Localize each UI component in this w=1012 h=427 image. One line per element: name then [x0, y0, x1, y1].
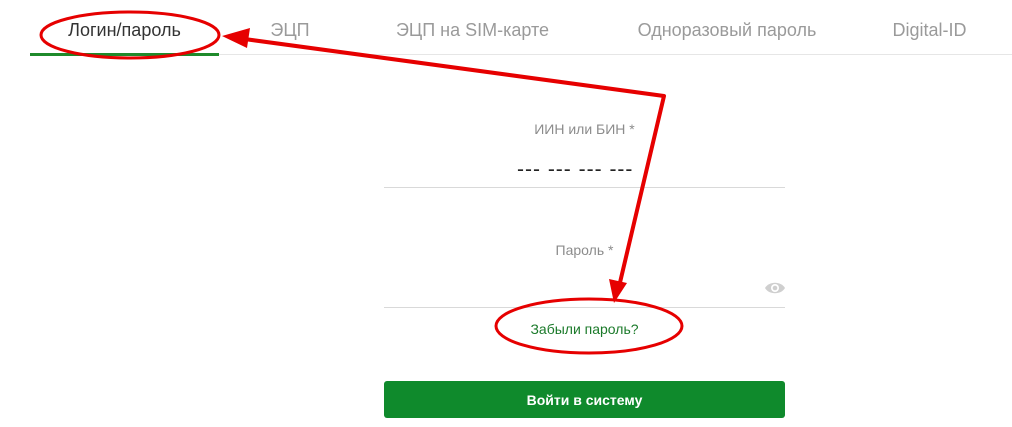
annotation-ellipse-forgot [494, 297, 684, 355]
annotation-arrowhead-left [222, 28, 250, 48]
annotation-arrow-line [236, 36, 666, 292]
annotation-overlay [39, 10, 684, 355]
annotation-ellipse-tab [39, 10, 221, 60]
